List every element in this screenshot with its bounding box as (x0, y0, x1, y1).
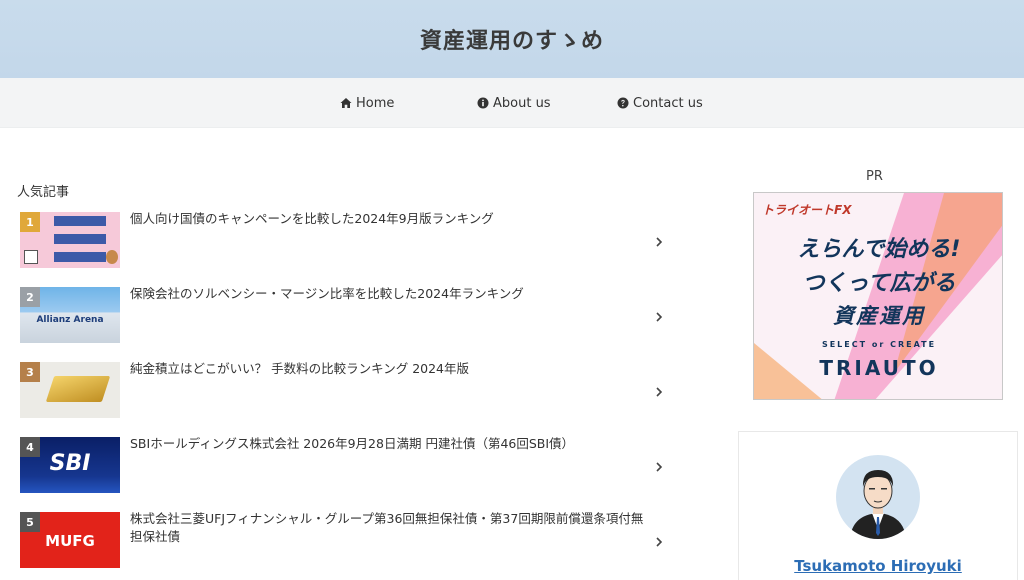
article-thumbnail: 5 MUFG (20, 512, 120, 568)
author-name-link[interactable]: Tsukamoto Hiroyuki (739, 557, 1017, 575)
question-icon (617, 97, 629, 109)
rank-badge: 2 (20, 287, 40, 307)
main-navigation: Home About us Contact us (0, 78, 1024, 128)
rank-badge: 5 (20, 512, 40, 532)
site-title[interactable]: 資産運用のすゝめ (420, 23, 604, 55)
article-title[interactable]: SBIホールディングス株式会社 2026年9月28日満期 円建社債（第46回SB… (130, 435, 655, 453)
list-item[interactable]: 4 SBI SBIホールディングス株式会社 2026年9月28日満期 円建社債（… (0, 435, 680, 495)
chevron-right-icon (654, 534, 664, 548)
article-thumbnail: 3 (20, 362, 120, 418)
popular-articles-heading: 人気記事 (17, 185, 70, 200)
chevron-right-icon (654, 234, 664, 248)
ad-banner[interactable]: トライオートFX えらんで始める! つくって広がる 資産運用 SELECT or… (753, 192, 1003, 400)
article-title[interactable]: 純金積立はどこがいい？ 手数料の比較ランキング 2024年版 (130, 360, 655, 378)
nav-contact[interactable]: Contact us (617, 78, 703, 128)
avatar (836, 455, 920, 539)
ad-tagline: SELECT or CREATE (821, 340, 937, 349)
article-title[interactable]: 保険会社のソルベンシー・マージン比率を比較した2024年ランキング (130, 285, 655, 303)
chevron-right-icon (654, 459, 664, 473)
nav-about[interactable]: About us (477, 78, 551, 128)
article-title[interactable]: 株式会社三菱UFJフィナンシャル・グループ第36回無担保社債・第37回期限前償還… (130, 510, 655, 546)
ad-headline-1: えらんで始める! (797, 237, 961, 262)
nav-home[interactable]: Home (340, 78, 394, 128)
rank-badge: 4 (20, 437, 40, 457)
ad-brand: トライオートFX (762, 203, 852, 217)
thumbnail-caption: MUFG (45, 532, 95, 550)
nav-about-label: About us (493, 95, 551, 111)
ad-logo: TRIAUTO (819, 356, 939, 380)
rank-badge: 1 (20, 212, 40, 232)
ad-headline-3: 資産運用 (833, 304, 925, 328)
rank-badge: 3 (20, 362, 40, 382)
site-header: 資産運用のすゝめ (0, 0, 1024, 78)
article-thumbnail: 4 SBI (20, 437, 120, 493)
nav-home-label: Home (356, 95, 395, 111)
author-profile-card: Tsukamoto Hiroyuki (738, 431, 1018, 580)
info-icon (477, 97, 489, 109)
article-title[interactable]: 個人向け国債のキャンペーンを比較した2024年9月版ランキング (130, 210, 655, 228)
list-item[interactable]: 2 Allianz Arena 保険会社のソルベンシー・マージン比率を比較した2… (0, 285, 680, 345)
list-item[interactable]: 1 個人向け国債のキャンペーンを比較した2024年9月版ランキング (0, 210, 680, 270)
nav-contact-label: Contact us (633, 95, 703, 111)
home-icon (340, 98, 352, 108)
chevron-right-icon (654, 384, 664, 398)
thumbnail-caption: Allianz Arena (36, 315, 104, 325)
list-item[interactable]: 5 MUFG 株式会社三菱UFJフィナンシャル・グループ第36回無担保社債・第3… (0, 510, 680, 570)
article-thumbnail: 1 (20, 212, 120, 268)
list-item[interactable]: 3 純金積立はどこがいい？ 手数料の比較ランキング 2024年版 (0, 360, 680, 420)
pr-label: PR (866, 169, 883, 184)
article-thumbnail: 2 Allianz Arena (20, 287, 120, 343)
ad-headline-2: つくって広がる (802, 271, 956, 296)
chevron-right-icon (654, 309, 664, 323)
